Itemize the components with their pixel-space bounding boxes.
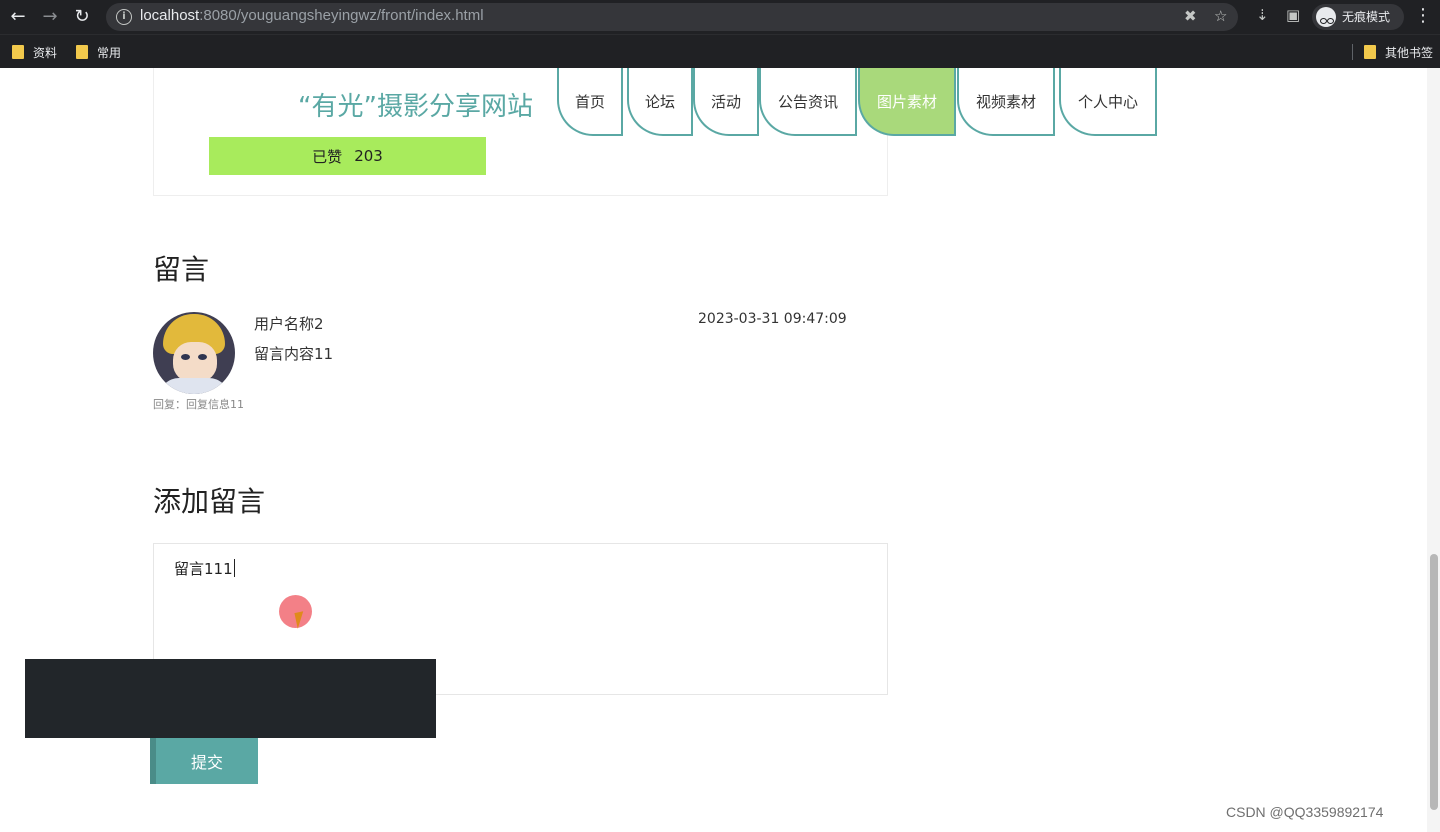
incognito-icon: [1316, 7, 1336, 27]
like-label: 已赞: [312, 147, 343, 166]
submit-button[interactable]: 提交: [150, 738, 258, 784]
bookmark-folder-ziliao[interactable]: 资料: [12, 43, 57, 61]
comment-reply: 回复：回复信息11: [153, 398, 244, 411]
page-scrollbar[interactable]: [1427, 68, 1440, 832]
like-count: 203: [354, 147, 383, 165]
page-content: 已赞 203 “有光”摄影分享网站 首页 论坛 活动 公告资讯 图片素材 视频素材…: [0, 68, 1440, 832]
nav-personal-center[interactable]: 个人中心: [1059, 68, 1157, 136]
other-bookmarks[interactable]: 其他书签: [1364, 43, 1433, 61]
folder-icon: [1364, 45, 1376, 59]
nav-home[interactable]: 首页: [557, 68, 623, 136]
text-caret: [233, 559, 235, 577]
info-icon[interactable]: i: [116, 9, 132, 25]
bookmarks-divider: [1352, 44, 1353, 60]
comment-content: 留言内容11: [254, 345, 334, 363]
menu-icon[interactable]: ⋮: [1414, 5, 1432, 26]
reload-icon[interactable]: ↻: [70, 5, 94, 29]
avatar: [153, 312, 235, 394]
bookmarks-bar: 资料 常用 其他书签: [0, 34, 1440, 68]
blocked-icon[interactable]: ✖: [1184, 7, 1197, 25]
forward-icon[interactable]: →: [38, 5, 62, 29]
watermark: CSDN @QQ3359892174: [1226, 804, 1384, 820]
folder-icon: [76, 45, 88, 59]
comment-input-value: 留言111: [174, 560, 233, 578]
nav-announcements[interactable]: 公告资讯: [759, 68, 857, 136]
incognito-label: 无痕模式: [1342, 10, 1391, 24]
address-bar[interactable]: i localhost:8080/youguangsheyingwz/front…: [106, 3, 1238, 31]
nav-activity[interactable]: 活动: [693, 68, 759, 136]
side-panel-icon[interactable]: ▣: [1286, 6, 1300, 24]
incognito-badge[interactable]: 无痕模式: [1312, 4, 1404, 30]
comments-title: 留言: [153, 253, 210, 286]
browser-toolbar: ← → ↻ i localhost:8080/youguangsheyingwz…: [0, 0, 1440, 34]
comment-timestamp: 2023-03-31 09:47:09: [698, 311, 847, 327]
bookmark-star-icon[interactable]: ☆: [1214, 7, 1227, 25]
back-icon[interactable]: ←: [6, 5, 30, 29]
scrollbar-thumb[interactable]: [1430, 554, 1438, 810]
nav-video-materials[interactable]: 视频素材: [957, 68, 1055, 136]
bookmark-folder-changyong[interactable]: 常用: [76, 43, 121, 61]
nav-forum[interactable]: 论坛: [627, 68, 693, 136]
cursor-highlight: [279, 595, 312, 628]
like-button[interactable]: 已赞 203: [209, 137, 486, 175]
video-overlay: [25, 659, 436, 738]
folder-icon: [12, 45, 24, 59]
site-title[interactable]: “有光”摄影分享网站: [298, 86, 533, 123]
comment-username: 用户名称2: [254, 315, 324, 333]
add-comment-title: 添加留言: [153, 485, 266, 518]
nav-image-materials[interactable]: 图片素材: [858, 68, 956, 136]
download-icon[interactable]: ⇣: [1256, 6, 1269, 24]
url-text: localhost:8080/youguangsheyingwz/front/i…: [140, 7, 484, 24]
